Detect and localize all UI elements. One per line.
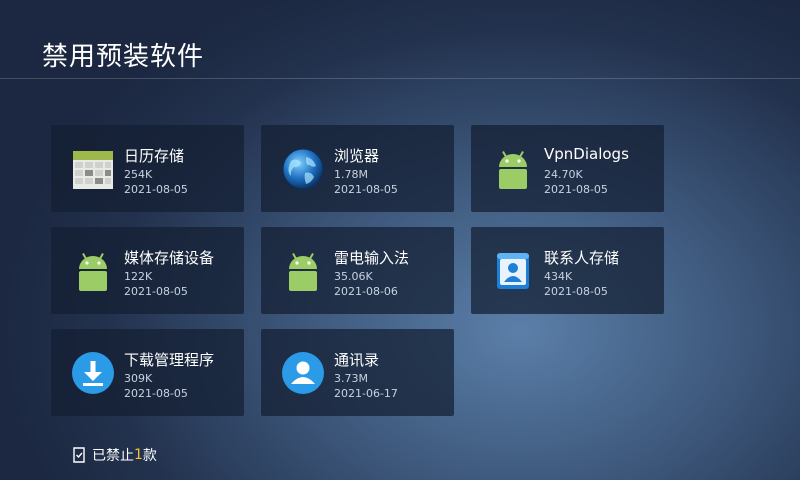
app-size: 24.70K [544, 168, 583, 181]
disabled-app-icon [73, 447, 85, 463]
disabled-count-footer: 已禁止 1 款 [72, 445, 157, 465]
app-name: 日历存储 [124, 147, 185, 165]
app-date: 2021-08-05 [124, 387, 188, 400]
contacts-icon [282, 352, 324, 394]
app-tile-leidian-ime[interactable]: 雷电输入法 35.06K 2021-08-06 [261, 227, 454, 314]
app-date: 2021-08-05 [334, 183, 398, 196]
app-tile-media-storage[interactable]: 媒体存储设备 122K 2021-08-05 [51, 227, 244, 314]
app-size: 122K [124, 270, 153, 283]
app-date: 2021-06-17 [334, 387, 398, 400]
footer-suffix: 款 [142, 448, 157, 464]
android-icon [499, 151, 527, 189]
app-size: 309K [124, 372, 153, 385]
android-icon [289, 253, 317, 291]
globe-icon [282, 148, 324, 190]
app-tile-calendar-storage[interactable]: 日历存储 254K 2021-08-05 [51, 125, 244, 212]
app-tile-contacts[interactable]: 通讯录 3.73M 2021-06-17 [261, 329, 454, 416]
app-tile-contacts-storage[interactable]: 联系人存储 434K 2021-08-05 [471, 227, 664, 314]
app-date: 2021-08-05 [544, 183, 608, 196]
app-size: 35.06K [334, 270, 373, 283]
app-size: 1.78M [334, 168, 368, 181]
app-tile-download-manager[interactable]: 下载管理程序 309K 2021-08-05 [51, 329, 244, 416]
app-name: 浏览器 [334, 147, 380, 165]
app-tile-vpndialogs[interactable]: VpnDialogs 24.70K 2021-08-05 [471, 125, 664, 212]
download-icon [72, 352, 114, 394]
footer-prefix: 已禁止 [92, 448, 134, 464]
app-name: 雷电输入法 [334, 249, 410, 267]
app-date: 2021-08-06 [334, 285, 398, 298]
app-tile-browser[interactable]: 浏览器 1.78M 2021-08-05 [261, 125, 454, 212]
app-date: 2021-08-05 [124, 183, 188, 196]
app-size: 254K [124, 168, 153, 181]
app-size: 3.73M [334, 372, 368, 385]
contacts-storage-icon [497, 253, 529, 289]
app-name: 下载管理程序 [124, 351, 215, 369]
app-date: 2021-08-05 [544, 285, 608, 298]
app-name: 通讯录 [334, 351, 380, 369]
page-header: 禁用预装软件 [0, 0, 800, 79]
disabled-count: 1 [134, 447, 143, 463]
app-size: 434K [544, 270, 573, 283]
app-name: 媒体存储设备 [124, 249, 215, 267]
page-title: 禁用预装软件 [42, 42, 205, 72]
app-name: 联系人存储 [544, 249, 620, 267]
calendar-icon [73, 151, 113, 189]
app-name: VpnDialogs [544, 145, 629, 163]
android-icon [79, 253, 107, 291]
app-date: 2021-08-05 [124, 285, 188, 298]
